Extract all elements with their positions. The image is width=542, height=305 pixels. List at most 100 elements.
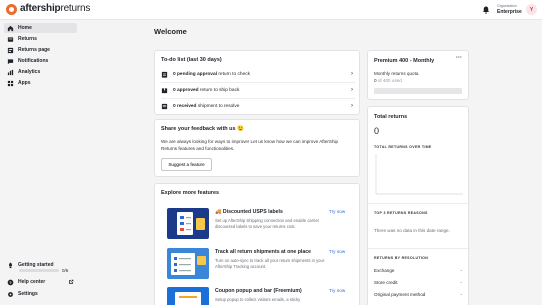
feature-item-usps: 🚚 Discounted USPS labels Set up AfterShi… — [167, 208, 357, 242]
logo-text-light: returns — [60, 3, 91, 14]
plan-title: Premium 400 - Monthly — [374, 58, 435, 64]
sidebar-item-label: Apps — [18, 80, 31, 86]
coupon-illustration — [167, 287, 209, 305]
quota-progress-bar — [374, 88, 462, 94]
total-returns-value: 0 — [374, 126, 380, 136]
todo-text: return to ship back — [198, 87, 240, 93]
rocket-icon — [9, 261, 12, 268]
sidebar-item-returns[interactable]: Returns — [4, 34, 77, 44]
explore-card: Explore more features 🚚 Discounted USPS … — [154, 183, 360, 305]
quota-rest: of 400 used — [376, 78, 402, 83]
divider — [368, 248, 470, 249]
aftership-logo-icon — [6, 3, 17, 15]
logo-text-bold: aftership — [20, 3, 61, 14]
feature-title: Coupon popup and bar (Freemium) — [215, 288, 302, 294]
feature-item-tracking: Track all return shipments at one place … — [167, 248, 357, 282]
top-reasons-label: TOP 3 RETURNS REASONS — [374, 211, 428, 215]
todo-count: 0 approved — [173, 87, 199, 93]
top-bar: aftershipreturns Organization Enterprise… — [0, 0, 542, 20]
resolution-name: Store credit — [374, 280, 398, 285]
home-icon — [7, 25, 14, 31]
apps-icon — [7, 80, 14, 86]
sidebar-item-home[interactable]: Home — [4, 23, 77, 33]
getting-started-count: 0/6 — [62, 268, 69, 273]
total-returns-title: Total returns — [374, 114, 408, 120]
feature-title: Track all return shipments at one place — [215, 249, 312, 255]
try-now-link[interactable]: Try now — [329, 249, 345, 254]
feedback-card-title: Share your feedback with us 😉 — [161, 126, 244, 132]
todo-row-pending-approval[interactable]: 0 pending approval return to check › — [161, 68, 355, 80]
todo-count: 0 received — [173, 103, 197, 109]
inbox-icon — [161, 103, 168, 109]
sidebar-item-label: Settings — [18, 291, 38, 297]
help-icon: ? — [7, 279, 14, 285]
sidebar-item-returns-page[interactable]: Returns page — [4, 45, 77, 55]
resolution-row: Store credit - — [374, 280, 462, 285]
avatar[interactable]: Y — [526, 4, 537, 15]
resolution-row: Original payment method - — [374, 292, 462, 297]
more-options-icon[interactable]: ··· — [456, 55, 462, 61]
returns-over-time-chart — [375, 154, 463, 195]
todo-row-approved[interactable]: 0 approved return to ship back › — [161, 84, 355, 96]
analytics-icon — [7, 69, 14, 75]
organization-name: Enterprise — [497, 9, 522, 15]
divider — [161, 98, 355, 99]
package-icon — [161, 87, 168, 93]
page-title: Welcome — [154, 27, 187, 36]
sidebar-item-help-center[interactable]: ? Help center — [4, 277, 77, 287]
sidebar-item-label: Notifications — [18, 58, 49, 64]
feature-description: Set up AfterShip Shipping connection and… — [215, 218, 320, 229]
returns-page-icon — [7, 47, 14, 53]
sidebar-item-label: Analytics — [18, 69, 41, 75]
over-time-label: TOTAL RETURNS OVER TIME — [374, 145, 432, 149]
sidebar-item-settings[interactable]: Settings — [4, 289, 77, 299]
chevron-right-icon: › — [351, 87, 353, 93]
sidebar-item-label: Getting started — [18, 262, 54, 268]
todo-row-received[interactable]: 0 received shipment to resolve › — [161, 100, 355, 112]
chevron-right-icon: › — [351, 103, 353, 109]
feature-description: Turn on auto-sync to track all your retu… — [215, 258, 325, 269]
try-now-link[interactable]: Try now — [329, 288, 345, 293]
feedback-text: We are always looking for ways to improv… — [161, 139, 339, 151]
plan-card: Premium 400 - Monthly ··· Monthly return… — [367, 50, 469, 100]
feature-title: 🚚 Discounted USPS labels — [215, 209, 283, 215]
resolution-row: Exchange - — [374, 268, 462, 273]
resolution-name: Exchange — [374, 268, 395, 273]
tracking-illustration — [167, 248, 209, 279]
resolution-value: - — [460, 268, 462, 273]
organization-switcher[interactable]: Organization Enterprise — [497, 4, 522, 15]
feedback-card: Share your feedback with us 😉 We are alw… — [154, 119, 360, 177]
sidebar-item-label: Returns page — [18, 47, 50, 53]
try-now-link[interactable]: Try now — [329, 209, 345, 214]
todo-card-title: To-do list (last 30 days) — [161, 57, 222, 63]
sidebar-item-notifications[interactable]: Notifications — [4, 56, 77, 66]
usps-labels-illustration — [167, 208, 209, 239]
sidebar-item-label: Home — [18, 25, 32, 31]
feature-description: Setup popup to collect visitors emails, … — [215, 297, 301, 302]
clipboard-icon — [161, 71, 168, 78]
notifications-icon — [7, 58, 14, 64]
todo-count: 0 pending approval — [173, 71, 217, 77]
quota-label: Monthly returns quota — [374, 71, 419, 76]
sidebar-item-label: Returns — [18, 36, 37, 42]
total-returns-card: Total returns 0 TOTAL RETURNS OVER TIME … — [367, 106, 470, 305]
getting-started-progress — [19, 269, 59, 272]
gear-icon — [8, 291, 13, 297]
suggest-feature-button[interactable]: Suggest a feature — [161, 158, 212, 171]
sidebar-item-label: Help center — [18, 279, 46, 285]
resolution-value: - — [460, 280, 462, 285]
external-link-icon — [69, 279, 74, 284]
returns-icon — [7, 36, 14, 42]
feature-item-coupon: Coupon popup and bar (Freemium) Setup po… — [167, 287, 357, 305]
divider — [161, 82, 355, 83]
resolution-value: - — [460, 292, 462, 297]
bell-icon[interactable] — [482, 6, 490, 14]
divider — [368, 203, 470, 204]
sidebar-item-analytics[interactable]: Analytics — [4, 67, 77, 77]
explore-card-title: Explore more features — [161, 190, 220, 196]
by-resolution-label: RETURNS BY RESOLUTION — [374, 256, 429, 260]
todo-card: To-do list (last 30 days) 0 pending appr… — [154, 50, 360, 115]
todo-text: shipment to resolve — [196, 103, 240, 109]
aftership-logo[interactable]: aftershipreturns — [6, 3, 90, 15]
sidebar-item-apps[interactable]: Apps — [4, 78, 77, 88]
